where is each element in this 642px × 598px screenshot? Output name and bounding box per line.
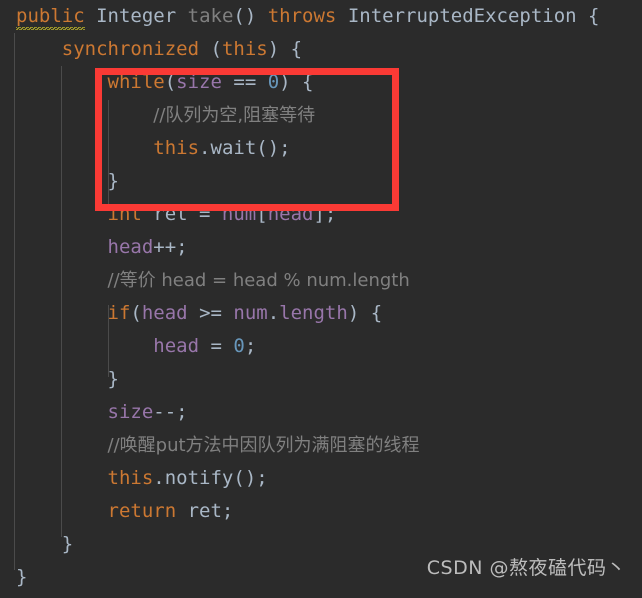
- code-token-field: size: [107, 401, 154, 423]
- code-token-plain: ++;: [153, 236, 188, 258]
- code-token-class: InterruptedException: [347, 5, 577, 27]
- code-token-dimmed-method: take: [187, 5, 234, 27]
- code-line[interactable]: //队列为空,阻塞等待: [0, 99, 642, 132]
- code-token-plain: ) {: [347, 302, 383, 324]
- code-token-plain: (: [199, 38, 222, 60]
- code-token-plain: {: [576, 5, 600, 27]
- code-line[interactable]: if(head >= num.length) {: [0, 297, 642, 330]
- code-block[interactable]: public Integer take() throws Interrupted…: [0, 0, 642, 594]
- code-token-comment: //唤醒put方法中因队列为满阻塞的线程: [107, 435, 420, 456]
- code-token-field: head: [141, 302, 188, 324]
- code-token-plain: }: [16, 566, 28, 588]
- code-token-field: head: [267, 203, 314, 225]
- code-token-plain: wait: [210, 137, 257, 159]
- code-token-keyword: public: [16, 5, 85, 30]
- code-token-field: head: [107, 236, 154, 258]
- code-token-keyword: return: [107, 500, 177, 522]
- code-token-plain: ];: [313, 203, 337, 225]
- code-token-field: length: [279, 302, 348, 324]
- code-line[interactable]: }: [0, 363, 642, 396]
- code-line[interactable]: return ret;: [0, 495, 642, 528]
- code-line[interactable]: while(size == 0) {: [0, 66, 642, 99]
- code-token-plain: ) {: [279, 71, 314, 93]
- code-token-keyword: throws: [267, 5, 337, 27]
- code-token-comment: //等价 head = head % num.length: [107, 270, 410, 291]
- code-token-keyword: int: [107, 203, 142, 225]
- csdn-watermark: CSDN @熬夜磕代码丶: [426, 557, 626, 579]
- code-token-plain: .: [199, 137, 211, 159]
- code-line[interactable]: synchronized (this) {: [0, 33, 642, 66]
- code-token-plain: (: [130, 302, 142, 324]
- code-token-plain: .: [153, 467, 165, 489]
- code-token-keyword: this: [153, 137, 200, 159]
- code-token-comment: //队列为空,阻塞等待: [153, 105, 316, 126]
- code-token-plain: }: [61, 533, 74, 555]
- code-line[interactable]: this.notify();: [0, 462, 642, 495]
- code-token-keyword: while: [107, 71, 165, 93]
- code-token-field: num: [221, 203, 257, 225]
- code-token-keyword: if: [107, 302, 131, 324]
- code-token-keyword: synchronized: [61, 38, 200, 60]
- code-token-plain: ;: [244, 335, 257, 357]
- code-token-field: size: [176, 71, 222, 93]
- code-line[interactable]: //等价 head = head % num.length: [0, 264, 642, 297]
- code-token-plain: >=: [187, 302, 234, 324]
- code-line[interactable]: public Integer take() throws Interrupted…: [0, 0, 642, 33]
- code-token-plain: ();: [256, 137, 291, 159]
- code-token-keyword: this: [107, 467, 154, 489]
- code-token-plain: =: [199, 335, 234, 357]
- code-token-number: 0: [233, 335, 245, 357]
- code-token-field: head: [153, 335, 200, 357]
- code-token-plain: notify: [164, 467, 234, 489]
- code-line[interactable]: size--;: [0, 396, 642, 429]
- code-token-plain: ret =: [141, 203, 222, 225]
- code-line[interactable]: }: [0, 165, 642, 198]
- code-line[interactable]: //唤醒put方法中因队列为满阻塞的线程: [0, 429, 642, 462]
- code-token-plain: --;: [153, 401, 188, 423]
- code-line[interactable]: int ret = num[head];: [0, 198, 642, 231]
- code-line[interactable]: this.wait();: [0, 132, 642, 165]
- code-token-plain: .: [267, 302, 280, 324]
- code-token-plain: [: [256, 203, 268, 225]
- code-token-class: Integer: [96, 5, 177, 27]
- code-token-keyword: this: [221, 38, 268, 60]
- code-token-plain: ();: [233, 467, 268, 489]
- code-token-plain: ) {: [267, 38, 303, 60]
- code-token-plain: ==: [221, 71, 268, 93]
- code-line[interactable]: head = 0;: [0, 330, 642, 363]
- code-line[interactable]: head++;: [0, 231, 642, 264]
- code-token-plain: (): [233, 5, 268, 27]
- code-token-plain: }: [107, 368, 119, 390]
- code-token-plain: (: [164, 71, 177, 93]
- code-editor-canvas: public Integer take() throws Interrupted…: [0, 0, 642, 598]
- code-token-plain: }: [107, 170, 119, 192]
- code-token-plain: ret;: [176, 500, 234, 522]
- code-token-field: num: [233, 302, 268, 324]
- code-token-number: 0: [267, 71, 280, 93]
